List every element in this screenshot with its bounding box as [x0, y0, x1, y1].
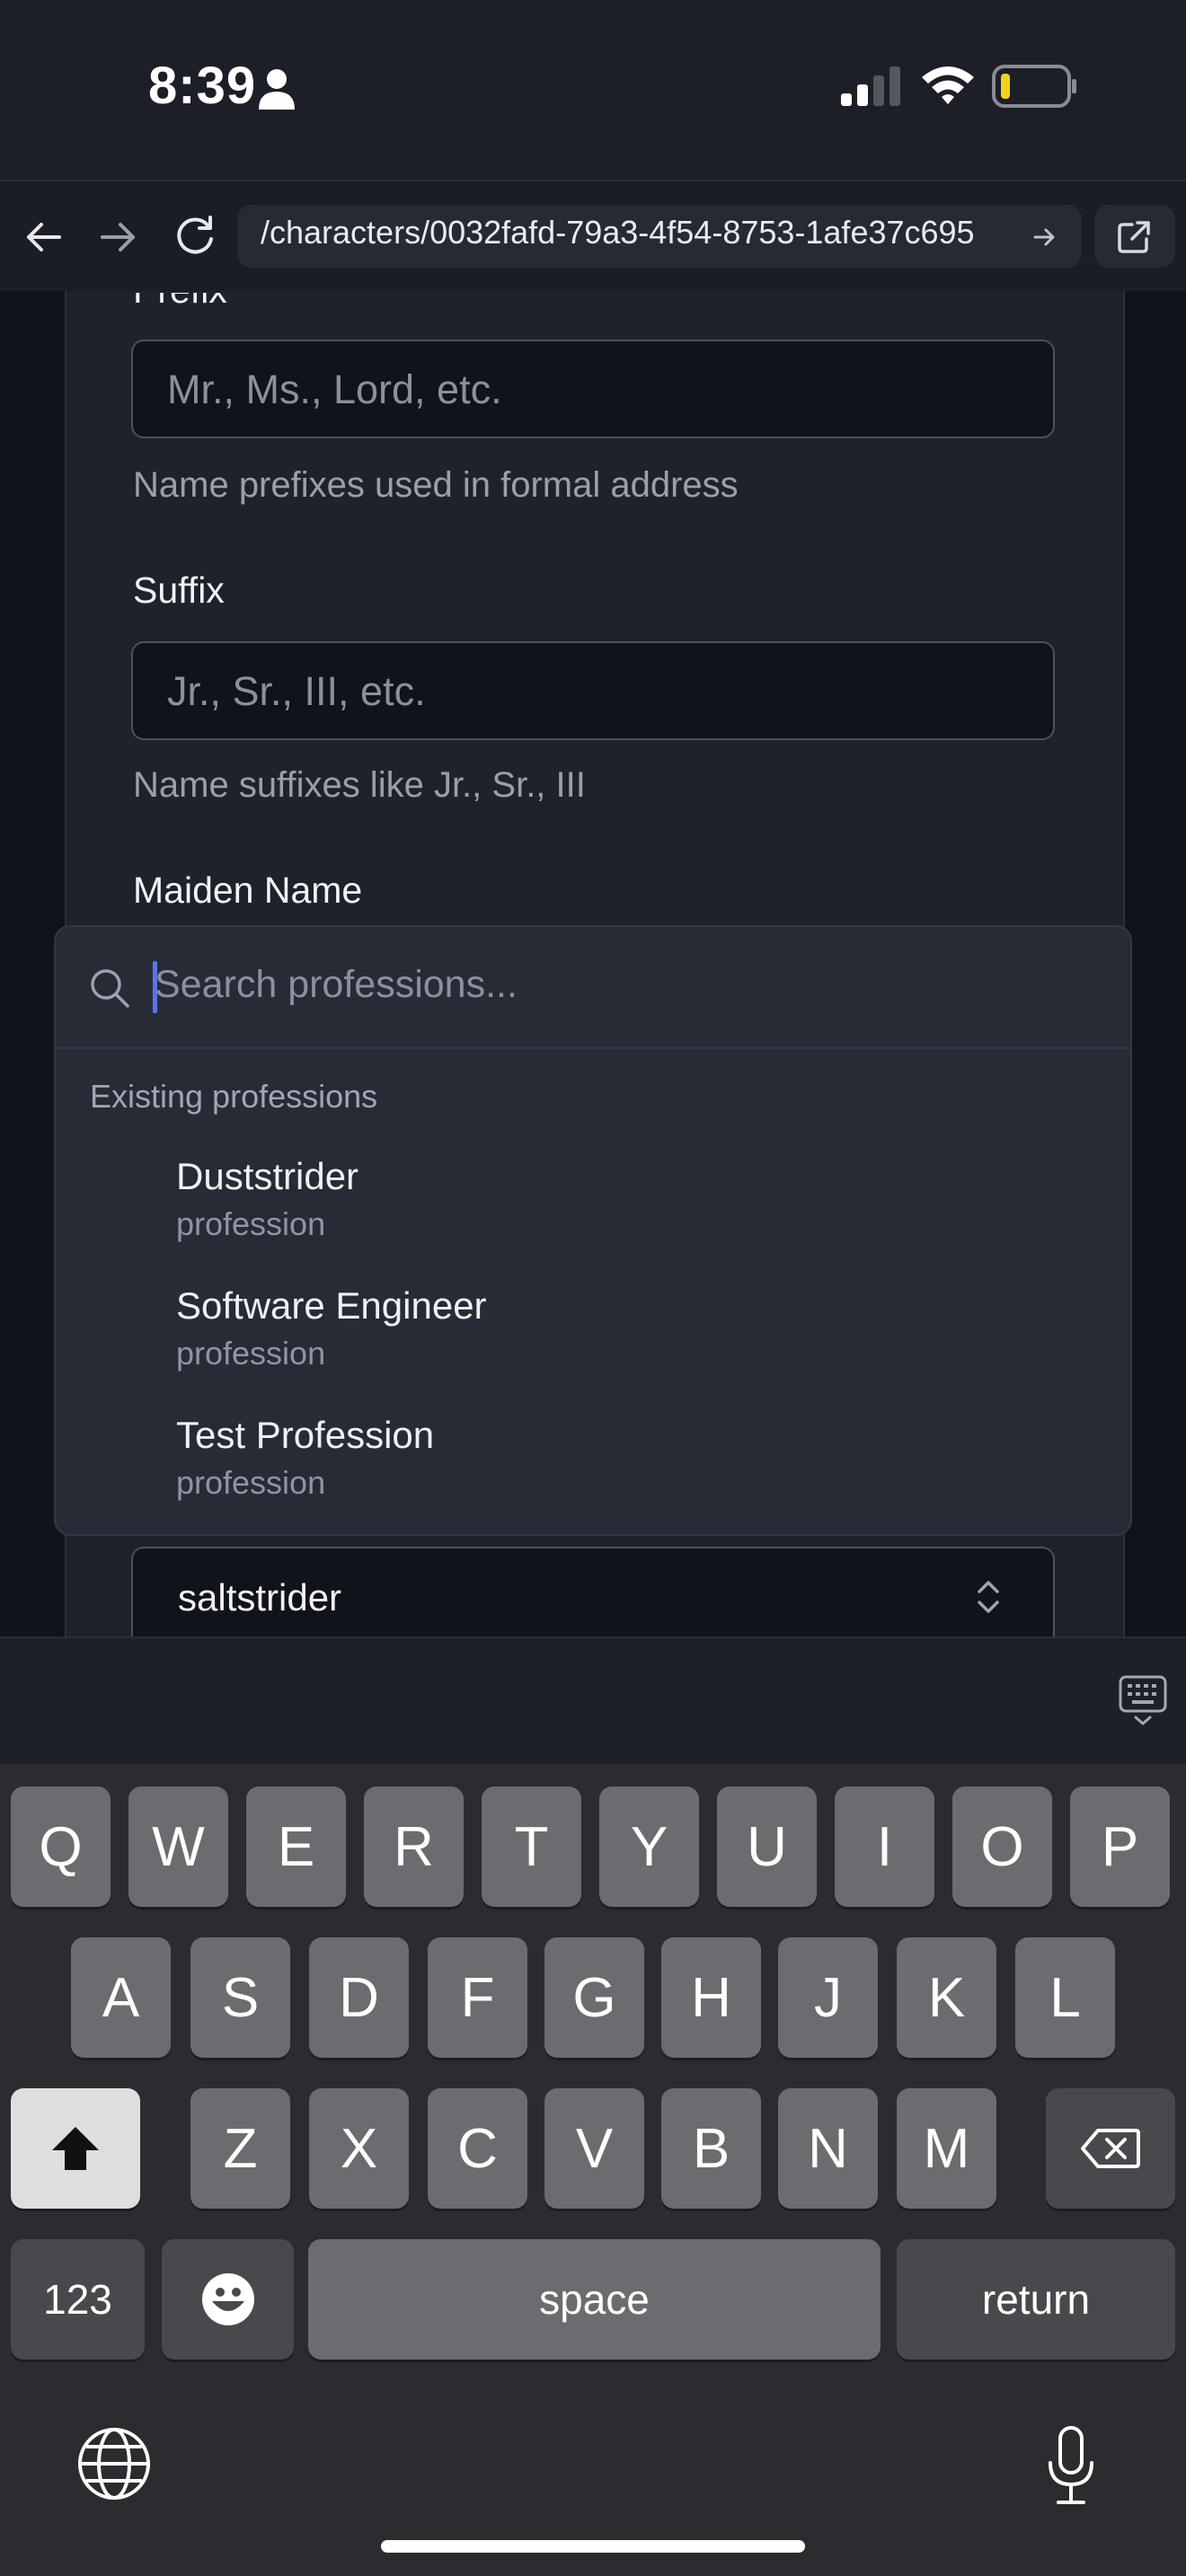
option-type: profession — [176, 1335, 326, 1372]
key-z[interactable]: Z — [190, 2088, 290, 2209]
prefix-help-text: Name prefixes used in formal address — [133, 465, 739, 505]
emoji-key[interactable] — [162, 2239, 294, 2360]
key-f[interactable]: F — [428, 1937, 527, 2058]
key-v[interactable]: V — [544, 2088, 644, 2209]
status-time: 8:39 — [148, 57, 257, 115]
key-j[interactable]: J — [778, 1937, 878, 2058]
key-q[interactable]: Q — [11, 1786, 111, 1907]
external-link-icon — [1118, 221, 1150, 253]
battery-icon — [992, 65, 1076, 108]
reload-icon[interactable] — [173, 214, 217, 259]
space-key[interactable]: space — [308, 2239, 881, 2360]
search-icon — [91, 969, 129, 1008]
emoji-icon — [201, 2273, 254, 2325]
key-p[interactable]: P — [1070, 1786, 1170, 1907]
text-cursor — [153, 961, 157, 1013]
key-c[interactable]: C — [428, 2088, 527, 2209]
option-type: profession — [176, 1205, 326, 1242]
person-icon — [259, 69, 295, 110]
key-s[interactable]: S — [190, 1937, 290, 2058]
wifi-icon — [922, 66, 974, 104]
shift-key[interactable] — [11, 2088, 140, 2209]
profession-option[interactable]: Software Engineer profession — [56, 1270, 1130, 1392]
address-bar-url: /characters/0032fafd-79a3-4f54-8753-1afe… — [261, 214, 975, 251]
keyboard-dismiss-icon[interactable] — [1118, 1674, 1168, 1728]
key-r[interactable]: R — [364, 1786, 464, 1907]
option-name: Software Engineer — [176, 1284, 487, 1327]
key-o[interactable]: O — [952, 1786, 1052, 1907]
backspace-icon — [1081, 2129, 1140, 2168]
key-b[interactable]: B — [661, 2088, 761, 2209]
search-placeholder: Search professions... — [155, 963, 518, 1006]
key-g[interactable]: G — [544, 1937, 644, 2058]
chevron-up-down-icon — [978, 1581, 999, 1613]
key-x[interactable]: X — [309, 2088, 409, 2209]
key-a[interactable]: A — [71, 1937, 171, 2058]
delete-key[interactable] — [1046, 2088, 1175, 2209]
cellular-signal-icon — [841, 66, 900, 106]
key-h[interactable]: H — [661, 1937, 761, 2058]
profession-option[interactable]: Test Profession profession — [56, 1399, 1130, 1522]
forward-arrow-icon[interactable] — [99, 219, 138, 255]
back-arrow-icon[interactable] — [23, 219, 63, 255]
maiden-name-label: Maiden Name — [133, 869, 363, 911]
profession-option[interactable]: Duststrider profession — [56, 1141, 1130, 1263]
microphone-icon[interactable] — [1046, 2425, 1096, 2506]
option-type: profession — [176, 1464, 326, 1501]
home-indicator — [381, 2540, 805, 2553]
key-n[interactable]: N — [778, 2088, 878, 2209]
profession-select-value: saltstrider — [178, 1576, 342, 1619]
go-arrow-icon[interactable] — [1033, 226, 1057, 248]
key-l[interactable]: L — [1015, 1937, 1115, 2058]
suffix-placeholder: Jr., Sr., III, etc. — [167, 668, 426, 714]
key-m[interactable]: M — [897, 2088, 996, 2209]
key-d[interactable]: D — [309, 1937, 409, 2058]
option-name: Duststrider — [176, 1155, 359, 1197]
key-w[interactable]: W — [128, 1786, 228, 1907]
key-t[interactable]: T — [482, 1786, 581, 1907]
key-k[interactable]: K — [897, 1937, 996, 2058]
option-name: Test Profession — [176, 1414, 435, 1456]
globe-icon[interactable] — [75, 2425, 153, 2502]
shift-arrow-icon — [52, 2127, 99, 2170]
prefix-placeholder: Mr., Ms., Lord, etc. — [167, 366, 502, 412]
key-y[interactable]: Y — [599, 1786, 699, 1907]
key-u[interactable]: U — [717, 1786, 817, 1907]
keyboard: Q W E R T Y U I O P A S D F G H J K L Z … — [0, 1764, 1186, 2576]
keyboard-accessory-bar — [0, 1636, 1186, 1766]
suffix-help-text: Name suffixes like Jr., Sr., III — [133, 765, 586, 805]
group-heading: Existing professions — [90, 1078, 378, 1115]
key-i[interactable]: I — [835, 1786, 934, 1907]
key-e[interactable]: E — [246, 1786, 346, 1907]
return-key[interactable]: return — [897, 2239, 1175, 2360]
numbers-key[interactable]: 123 — [11, 2239, 145, 2360]
suffix-label: Suffix — [133, 569, 225, 611]
